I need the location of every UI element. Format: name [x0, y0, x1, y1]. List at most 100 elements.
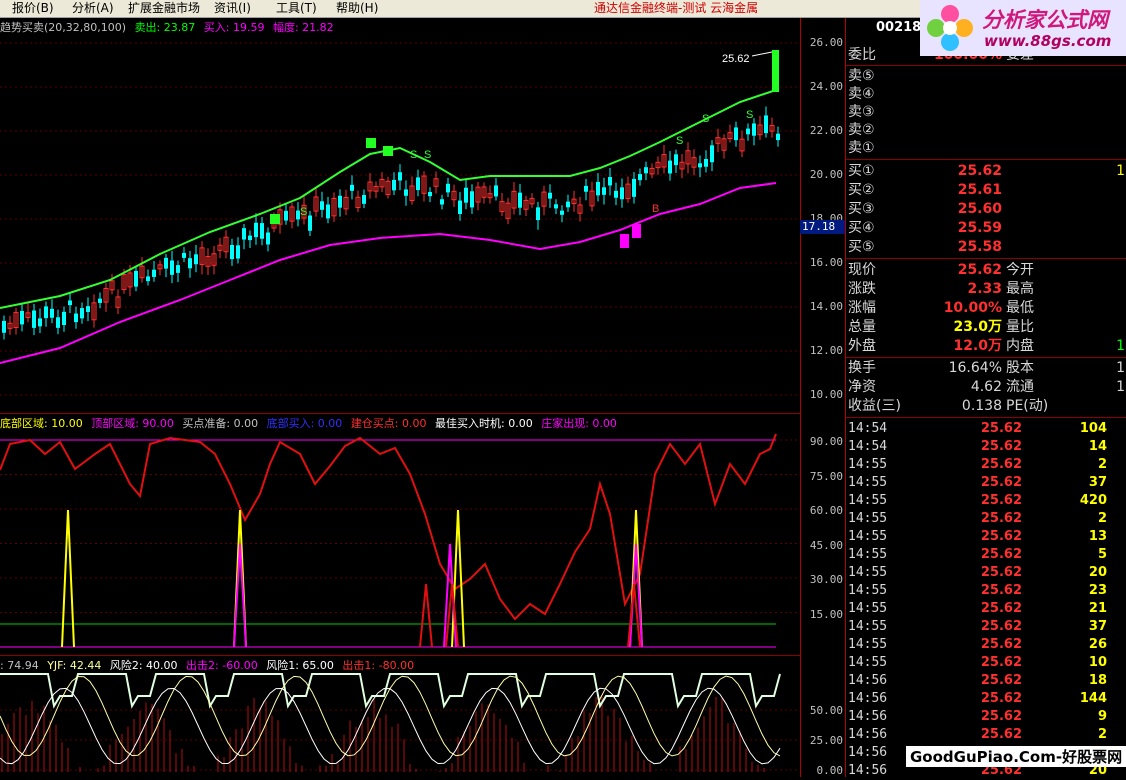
buy-row[interactable]: 买⑤ 25.58 [846, 238, 1126, 256]
sell-row[interactable]: 卖④ [846, 85, 1126, 103]
candle-body [164, 257, 168, 269]
candle-body [176, 265, 180, 273]
tick-time: 14:54 [848, 439, 888, 454]
menu-tools[interactable]: 工具(T) [276, 0, 317, 17]
candle-body [194, 254, 198, 265]
candle-body [584, 185, 588, 192]
signal-label: S [676, 135, 683, 147]
axis-tick: 0.00 [816, 764, 844, 777]
tick-time: 14:56 [848, 763, 888, 778]
tick-volume: 144 [1079, 691, 1107, 706]
candle-body [464, 187, 468, 203]
stat-value: 10.00% [943, 300, 1002, 316]
risk-pane[interactable]: : 74.94 YJF: 42.44 风险2: 40.00 出击2: -60.0… [0, 655, 800, 778]
buy-row[interactable]: 买④ 25.59 [846, 219, 1126, 237]
menu-extended-market[interactable]: 扩展金融市场 [128, 0, 200, 17]
menu-quote[interactable]: 报价(B) [12, 0, 54, 17]
tick-volume: 23 [1088, 583, 1107, 598]
tick-row[interactable]: 14:55 25.62 2 [846, 510, 1126, 528]
legend-best-buy: 最佳买入时机: 0.00 [435, 417, 533, 430]
tick-volume: 104 [1079, 421, 1107, 436]
stat-label: 净资 [848, 379, 876, 395]
stat-row: 总量 23.0万 量比 [846, 318, 1126, 336]
tick-volume: 37 [1088, 475, 1107, 490]
stat-label: 涨跌 [848, 281, 876, 297]
tick-row[interactable]: 14:55 25.62 10 [846, 654, 1126, 672]
sell-row[interactable]: 卖③ [846, 103, 1126, 121]
candle-body [86, 306, 90, 312]
stat-value: 4.62 [970, 379, 1002, 395]
tick-row[interactable]: 14:54 25.62 104 [846, 420, 1126, 438]
risk-line [0, 673, 781, 709]
axis-tick: 15.00 [809, 608, 843, 621]
candle-body [284, 210, 288, 221]
tick-row[interactable]: 14:55 25.62 21 [846, 600, 1126, 618]
legend-bottom-zone: 底部区域: 10.00 [0, 417, 83, 430]
tick-price: 25.62 [980, 475, 1022, 490]
last-candle [772, 50, 779, 92]
menu-info[interactable]: 资讯(I) [214, 0, 251, 17]
tick-time: 14:55 [848, 475, 888, 490]
tick-volume: 9 [1097, 709, 1107, 724]
tick-row[interactable]: 14:55 25.62 23 [846, 582, 1126, 600]
tick-row[interactable]: 14:55 25.62 20 [846, 564, 1126, 582]
tick-price: 25.62 [980, 673, 1022, 688]
candle-body [32, 310, 36, 328]
axis-tick: 50.00 [809, 704, 843, 717]
candle-body [74, 313, 78, 323]
legend-sell: 卖出: 23.87 [134, 21, 196, 34]
tick-row[interactable]: 14:55 25.62 26 [846, 636, 1126, 654]
tick-row[interactable]: 14:55 25.62 37 [846, 474, 1126, 492]
tick-row[interactable]: 14:56 25.62 2 [846, 726, 1126, 744]
sell-row[interactable]: 卖⑤ [846, 67, 1126, 85]
tick-volume: 26 [1088, 637, 1107, 652]
tick-volume: 2 [1097, 457, 1107, 472]
sell-label: 卖③ [848, 104, 875, 120]
buy-row[interactable]: 买② 25.61 [846, 181, 1126, 199]
tick-volume: 20 [1088, 565, 1107, 580]
tick-row[interactable]: 14:55 25.62 420 [846, 492, 1126, 510]
watermark-logo: 分析家公式网 www.88gs.com [920, 0, 1126, 56]
buy-price: 25.62 [957, 163, 1002, 179]
candle-body [152, 269, 156, 277]
tick-volume: 5 [1097, 547, 1107, 562]
candle-body [326, 204, 330, 219]
price-axis: 26.00 24.00 22.00 20.00 18.00 16.00 14.0… [800, 18, 846, 777]
buy-row[interactable]: 买① 25.62 1 [846, 162, 1126, 180]
oscillator-pane[interactable]: 底部区域: 10.00 顶部区域: 90.00 买点准备: 0.00 底部买入:… [0, 413, 800, 656]
legend-top-zone: 顶部区域: 90.00 [91, 417, 174, 430]
tick-volume: 14 [1088, 439, 1107, 454]
sell-label: 卖② [848, 122, 875, 138]
axis-tick: 45.00 [809, 539, 843, 552]
tick-row[interactable]: 14:55 25.62 13 [846, 528, 1126, 546]
candle-body [308, 215, 312, 231]
menu-analysis[interactable]: 分析(A) [72, 0, 114, 17]
sell-signal-block [270, 214, 280, 224]
candle-body [644, 167, 648, 174]
tick-row[interactable]: 14:55 25.62 2 [846, 456, 1126, 474]
tick-row[interactable]: 14:55 25.62 5 [846, 546, 1126, 564]
tick-row[interactable]: 14:56 25.62 144 [846, 690, 1126, 708]
tick-row[interactable]: 14:54 25.62 14 [846, 438, 1126, 456]
axis-tick: 30.00 [809, 573, 843, 586]
quote-panel: 002182 委比 100.00% 委差 卖⑤ 卖④ 卖③ 卖② 卖① 买① 2… [845, 18, 1126, 778]
tick-row[interactable]: 14:56 25.62 9 [846, 708, 1126, 726]
legend-attack2: 出击2: -60.00 [186, 659, 258, 672]
sell-row[interactable]: 卖② [846, 121, 1126, 139]
tick-row[interactable]: 14:55 25.62 37 [846, 618, 1126, 636]
candle-body [710, 145, 714, 163]
tick-price: 25.62 [980, 691, 1022, 706]
tick-price: 25.62 [980, 619, 1022, 634]
menu-help[interactable]: 帮助(H) [336, 0, 378, 17]
axis-tick: 10.00 [809, 388, 843, 401]
tick-row[interactable]: 14:56 25.62 18 [846, 672, 1126, 690]
candle-body [392, 179, 396, 191]
candle-body [350, 184, 354, 191]
stat-row: 涨幅 10.00% 最低 [846, 299, 1126, 317]
risk-chart [0, 673, 800, 772]
sell-row[interactable]: 卖① [846, 139, 1126, 157]
tick-time: 14:55 [848, 655, 888, 670]
stat-row: 收益(三) 0.138 PE(动) [846, 397, 1126, 415]
buy-row[interactable]: 买③ 25.60 [846, 200, 1126, 218]
candlestick-pane[interactable]: 趋势买卖(20,32,80,100) 卖出: 23.87 买入: 19.59 幅… [0, 18, 800, 413]
